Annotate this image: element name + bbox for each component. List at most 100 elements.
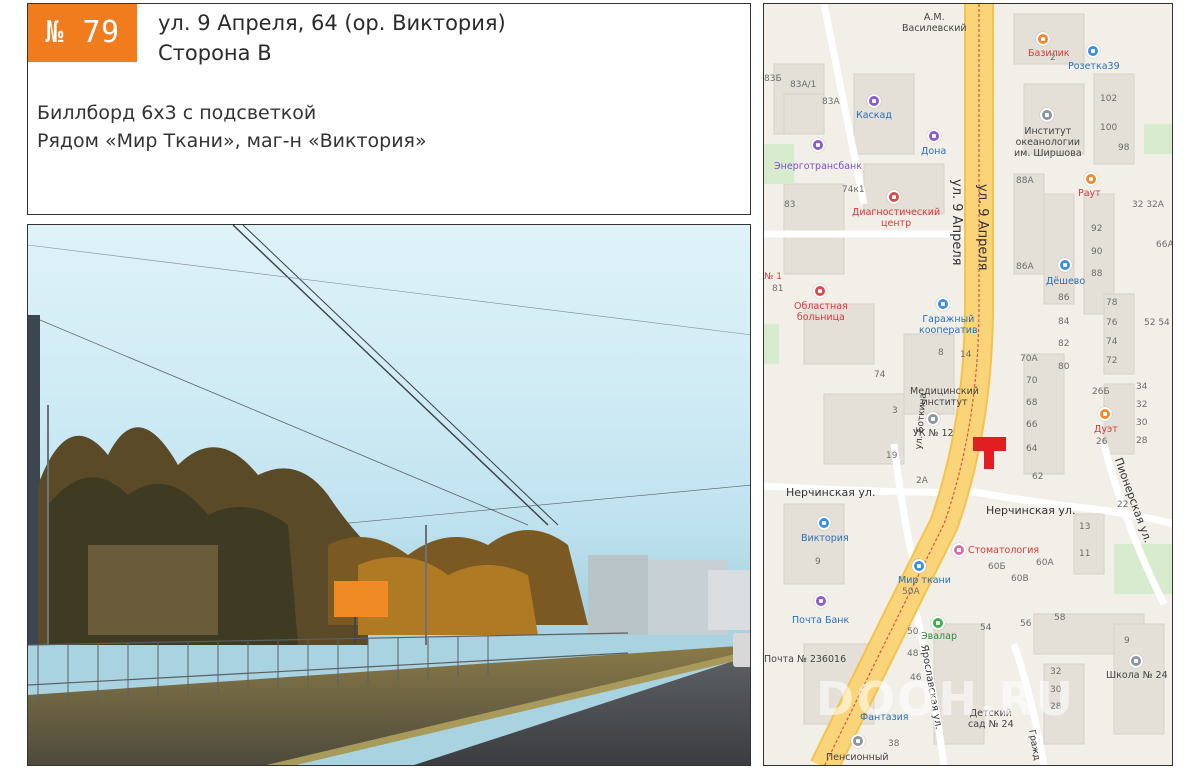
poi-pension[interactable]: Пенсионный <box>826 752 889 763</box>
house-number: 2А <box>916 476 928 486</box>
house-number: 60А <box>1036 558 1054 568</box>
house-number: 70 <box>1026 376 1038 386</box>
poi-raut[interactable]: Раут <box>1078 188 1101 199</box>
mir-tkani-icon[interactable] <box>912 559 926 573</box>
raut-icon[interactable] <box>1084 172 1098 186</box>
poi-stomatology[interactable]: Стоматология <box>968 545 1039 556</box>
house-number: 66А <box>1156 240 1173 250</box>
house-number: 9 <box>1124 636 1130 646</box>
house-number: 30 <box>1136 418 1148 428</box>
house-number: 3 <box>892 406 898 416</box>
house-number: 84 <box>1058 317 1070 327</box>
institute-icon[interactable] <box>1040 108 1054 122</box>
pension-icon[interactable] <box>851 734 865 748</box>
deshevo-icon[interactable] <box>1058 258 1072 272</box>
diagnost-icon[interactable] <box>887 190 901 204</box>
poi-hospital[interactable]: Областная больница <box>794 301 848 323</box>
hospital-icon[interactable] <box>813 284 827 298</box>
poi-viktoria[interactable]: Виктория <box>801 533 849 544</box>
house-number: 26Б <box>1092 387 1110 397</box>
side-line: Сторона В <box>158 41 272 65</box>
bazilik-icon[interactable] <box>1036 32 1050 46</box>
poi-institute[interactable]: Институт океанологии им. Ширшова <box>1014 126 1082 159</box>
house-number: 34 <box>1136 382 1148 392</box>
poi-pochta[interactable]: Почта № 236016 <box>764 654 846 665</box>
pochta-bank-icon[interactable] <box>814 594 828 608</box>
poi-school[interactable]: Школа № 24 <box>1106 670 1168 681</box>
poi-bazilik[interactable]: Базилик <box>1028 48 1070 59</box>
poi-energotransbank[interactable]: Энерготрансбанк <box>774 161 862 172</box>
house-number: 54 <box>980 623 992 633</box>
street-label-nerchinskaya-right: Нерчинская ул. <box>986 504 1076 517</box>
house-number: 58 <box>1054 613 1066 623</box>
house-number: 32 32А <box>1132 200 1164 210</box>
stomatology-icon[interactable] <box>952 543 966 557</box>
house-number: 52 54 <box>1144 318 1170 328</box>
house-number: 70А <box>1020 354 1038 364</box>
poi-vasilevsky[interactable]: А.М. Василевский <box>902 12 967 34</box>
house-number: 83А/1 <box>790 80 817 90</box>
house-number: 102 <box>1100 94 1118 104</box>
house-number: 48 <box>907 649 919 659</box>
poi-med-institute[interactable]: Медицинский институт <box>910 386 979 408</box>
viktoria-icon[interactable] <box>817 516 831 530</box>
kaskad-icon[interactable] <box>867 94 881 108</box>
house-number: 90 <box>1091 247 1103 257</box>
house-number: 13 <box>1079 522 1091 532</box>
address-block: ул. 9 Апреля, 64 (ор. Виктория) Сторона … <box>158 8 506 68</box>
house-number: 80 <box>1058 362 1070 372</box>
house-number: 11 <box>1079 549 1091 559</box>
poi-deshevo[interactable]: Дёшево <box>1046 276 1085 287</box>
garage-icon[interactable] <box>936 297 950 311</box>
poi-rozetka[interactable]: Розетка39 <box>1068 61 1120 72</box>
poi-evalar[interactable]: Эвалар <box>921 631 957 642</box>
watermark: DOOH.RU <box>816 672 1076 726</box>
house-number: 88 <box>1091 269 1103 279</box>
poi-uk12[interactable]: УК № 12 <box>913 428 954 439</box>
house-number: 66 <box>1026 420 1038 430</box>
poi-duet[interactable]: Дуэт <box>1094 424 1118 435</box>
poi-mir-tkani[interactable]: Мир ткани <box>898 575 951 586</box>
house-number: 86А <box>1016 262 1034 272</box>
house-number: 86 <box>1058 293 1070 303</box>
house-number: 88А <box>1016 176 1034 186</box>
rozetka-icon[interactable] <box>1086 44 1100 58</box>
poi-dona[interactable]: Дона <box>921 146 946 157</box>
house-number: 74 <box>1106 337 1118 347</box>
parked-car <box>733 633 750 667</box>
poi-kaskad[interactable]: Каскад <box>856 110 892 121</box>
school-icon[interactable] <box>1129 654 1143 668</box>
dona-icon[interactable] <box>927 129 941 143</box>
description-block: Биллборд 6x3 с подсветкой Рядом «Мир Тка… <box>37 99 427 155</box>
billboard-type: Биллборд 6x3 с подсветкой <box>37 102 317 124</box>
house-number: № 1 <box>764 272 782 282</box>
house-number: 14 <box>960 350 972 360</box>
duet-icon[interactable] <box>1098 407 1112 421</box>
distant-building <box>708 570 750 630</box>
house-number: 32 <box>1136 400 1148 410</box>
street-photo-illustration <box>28 225 750 765</box>
house-number: 81 <box>772 284 784 294</box>
distant-building <box>588 555 648 635</box>
evalar-icon[interactable] <box>931 616 945 630</box>
house-number: 50А <box>902 587 920 597</box>
house-number: 83А <box>822 97 840 107</box>
uk12-icon[interactable] <box>926 412 940 426</box>
house-number: 76 <box>1106 318 1118 328</box>
poi-pochta-bank[interactable]: Почта Банк <box>792 615 849 626</box>
house-number: 60В <box>1011 574 1029 584</box>
address-line: ул. 9 Апреля, 64 (ор. Виктория) <box>158 11 506 35</box>
street-label-nerchinskaya-left: Нерчинская ул. <box>786 486 876 499</box>
house-number: 78 <box>1106 298 1118 308</box>
house-number: 22 <box>1117 500 1129 510</box>
poi-diagnost[interactable]: Диагностический центр <box>852 207 940 229</box>
map-illustration <box>764 4 1172 765</box>
house-number: 60Б <box>988 562 1006 572</box>
overhead-wire <box>28 244 750 336</box>
header-card: № 79 ул. 9 Апреля, 64 (ор. Виктория) Сто… <box>27 3 751 215</box>
nearby-landmarks: Рядом «Мир Ткани», маг-н «Виктория» <box>37 130 427 152</box>
house-number: 82 <box>1058 339 1070 349</box>
energo-icon[interactable] <box>811 138 825 152</box>
poi-garage[interactable]: Гаражный кооператив <box>919 314 978 336</box>
house-number: 83 <box>784 200 796 210</box>
